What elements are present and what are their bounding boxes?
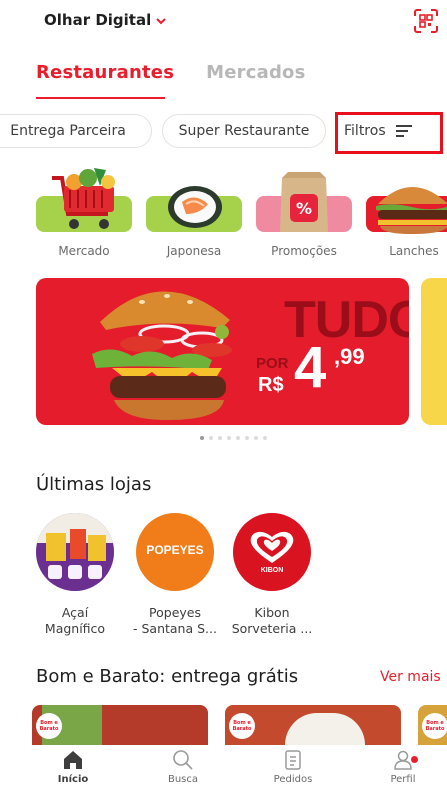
- tab-mercados[interactable]: Mercados: [206, 62, 305, 83]
- next-banner-peek[interactable]: [421, 278, 447, 425]
- store-popeyes[interactable]: POPEYES Popeyes - Santana S...: [132, 513, 218, 637]
- nav-label: Início: [57, 774, 89, 785]
- category-mercado[interactable]: Mercado: [36, 162, 132, 262]
- home-icon: [64, 751, 82, 769]
- promo-card[interactable]: Bom e Barato: [32, 705, 208, 745]
- category-label: Promoções: [271, 244, 337, 258]
- category-japonesa[interactable]: Japonesa: [146, 162, 242, 262]
- promo-card[interactable]: Bom e Barato: [418, 705, 447, 745]
- category-lanches[interactable]: Lanches: [366, 162, 447, 262]
- chip-entrega-parceira[interactable]: Entrega Parceira: [0, 114, 152, 148]
- orders-icon: [285, 750, 301, 770]
- search-icon: [173, 750, 193, 770]
- promo-section-title: Bom e Barato: entrega grátis: [36, 666, 299, 687]
- carousel-dot: [209, 436, 213, 440]
- see-more-link[interactable]: Ver mais: [380, 669, 441, 685]
- store-logo: [36, 513, 114, 591]
- qr-scan-icon[interactable]: [414, 9, 438, 33]
- active-tab-indicator: [36, 97, 165, 99]
- nav-busca[interactable]: Busca: [143, 749, 223, 785]
- category-label: Mercado: [58, 244, 110, 258]
- carousel-dot: [254, 436, 258, 440]
- banner-price: 4: [294, 335, 327, 400]
- bottom-navigation: Início Busca Pedidos Perfil: [0, 745, 447, 796]
- filter-lines-icon: [395, 122, 412, 140]
- top-bar: Olhar Digital: [0, 0, 447, 44]
- carousel-dot: [218, 436, 222, 440]
- carousel-dot: [245, 436, 249, 440]
- promo-card[interactable]: Bom e Barato: [225, 705, 401, 745]
- sushi-icon: [168, 186, 222, 228]
- nav-pedidos[interactable]: Pedidos: [253, 749, 333, 785]
- category-label: Lanches: [389, 244, 439, 258]
- bom-barato-badge: Bom e Barato: [422, 713, 447, 739]
- nav-inicio[interactable]: Início: [33, 749, 113, 785]
- store-kibon[interactable]: KIBON Kibon Sorveteria ...: [229, 513, 315, 637]
- chevron-down-icon: [156, 15, 166, 28]
- nav-label: Pedidos: [273, 774, 313, 785]
- popeyes-logo-text: POPEYES: [146, 543, 204, 557]
- chip-super-restaurante[interactable]: Super Restaurante: [162, 114, 326, 148]
- store-logo: POPEYES: [136, 513, 214, 591]
- promo-banner[interactable]: TUDO POR R$ 4 ,99: [36, 278, 409, 425]
- category-tabs: Restaurantes Mercados: [36, 62, 306, 83]
- filtros-button[interactable]: Filtros: [344, 122, 412, 140]
- notification-badge: [410, 755, 419, 764]
- carousel-dot-active: [200, 436, 204, 440]
- store-name: Popeyes - Santana S...: [133, 605, 217, 636]
- tab-restaurantes[interactable]: Restaurantes: [36, 62, 174, 83]
- shopping-cart-icon: [52, 168, 115, 229]
- category-shortcuts: Mercado Japonesa % Promoções Lanches: [0, 162, 447, 262]
- category-label: Japonesa: [166, 244, 222, 258]
- banner-currency: R$: [258, 374, 284, 396]
- heart-logo-icon: [250, 531, 294, 563]
- banner-price-cents: ,99: [334, 344, 365, 369]
- acai-store-image: [36, 513, 114, 591]
- svg-text:%: %: [296, 199, 312, 218]
- bom-barato-badge: Bom e Barato: [229, 713, 255, 739]
- nav-label: Busca: [167, 774, 199, 785]
- nav-perfil[interactable]: Perfil: [363, 749, 443, 785]
- store-name: Kibon Sorveteria ...: [231, 605, 313, 636]
- address-label: Olhar Digital: [44, 11, 152, 29]
- carousel-dot: [236, 436, 240, 440]
- category-promocoes[interactable]: % Promoções: [256, 162, 352, 262]
- burger-illustration: [92, 291, 232, 420]
- store-acai-magnifico[interactable]: Açaí Magnífico: [32, 513, 118, 637]
- nav-label: Perfil: [390, 774, 416, 785]
- carousel-dot: [227, 436, 231, 440]
- filtros-label: Filtros: [344, 123, 386, 139]
- store-logo: KIBON: [233, 513, 311, 591]
- carousel-dot: [263, 436, 267, 440]
- bom-barato-badge: Bom e Barato: [36, 713, 62, 739]
- banner-por: POR: [256, 355, 289, 372]
- kibon-logo-text: KIBON: [260, 567, 284, 574]
- carousel-indicator: [200, 436, 267, 440]
- promo-bag-icon: %: [280, 172, 328, 232]
- recent-stores-title: Últimas lojas: [36, 474, 152, 495]
- burger-icon: [376, 187, 447, 234]
- address-selector[interactable]: Olhar Digital: [44, 11, 166, 29]
- store-name: Açaí Magnífico: [44, 605, 106, 636]
